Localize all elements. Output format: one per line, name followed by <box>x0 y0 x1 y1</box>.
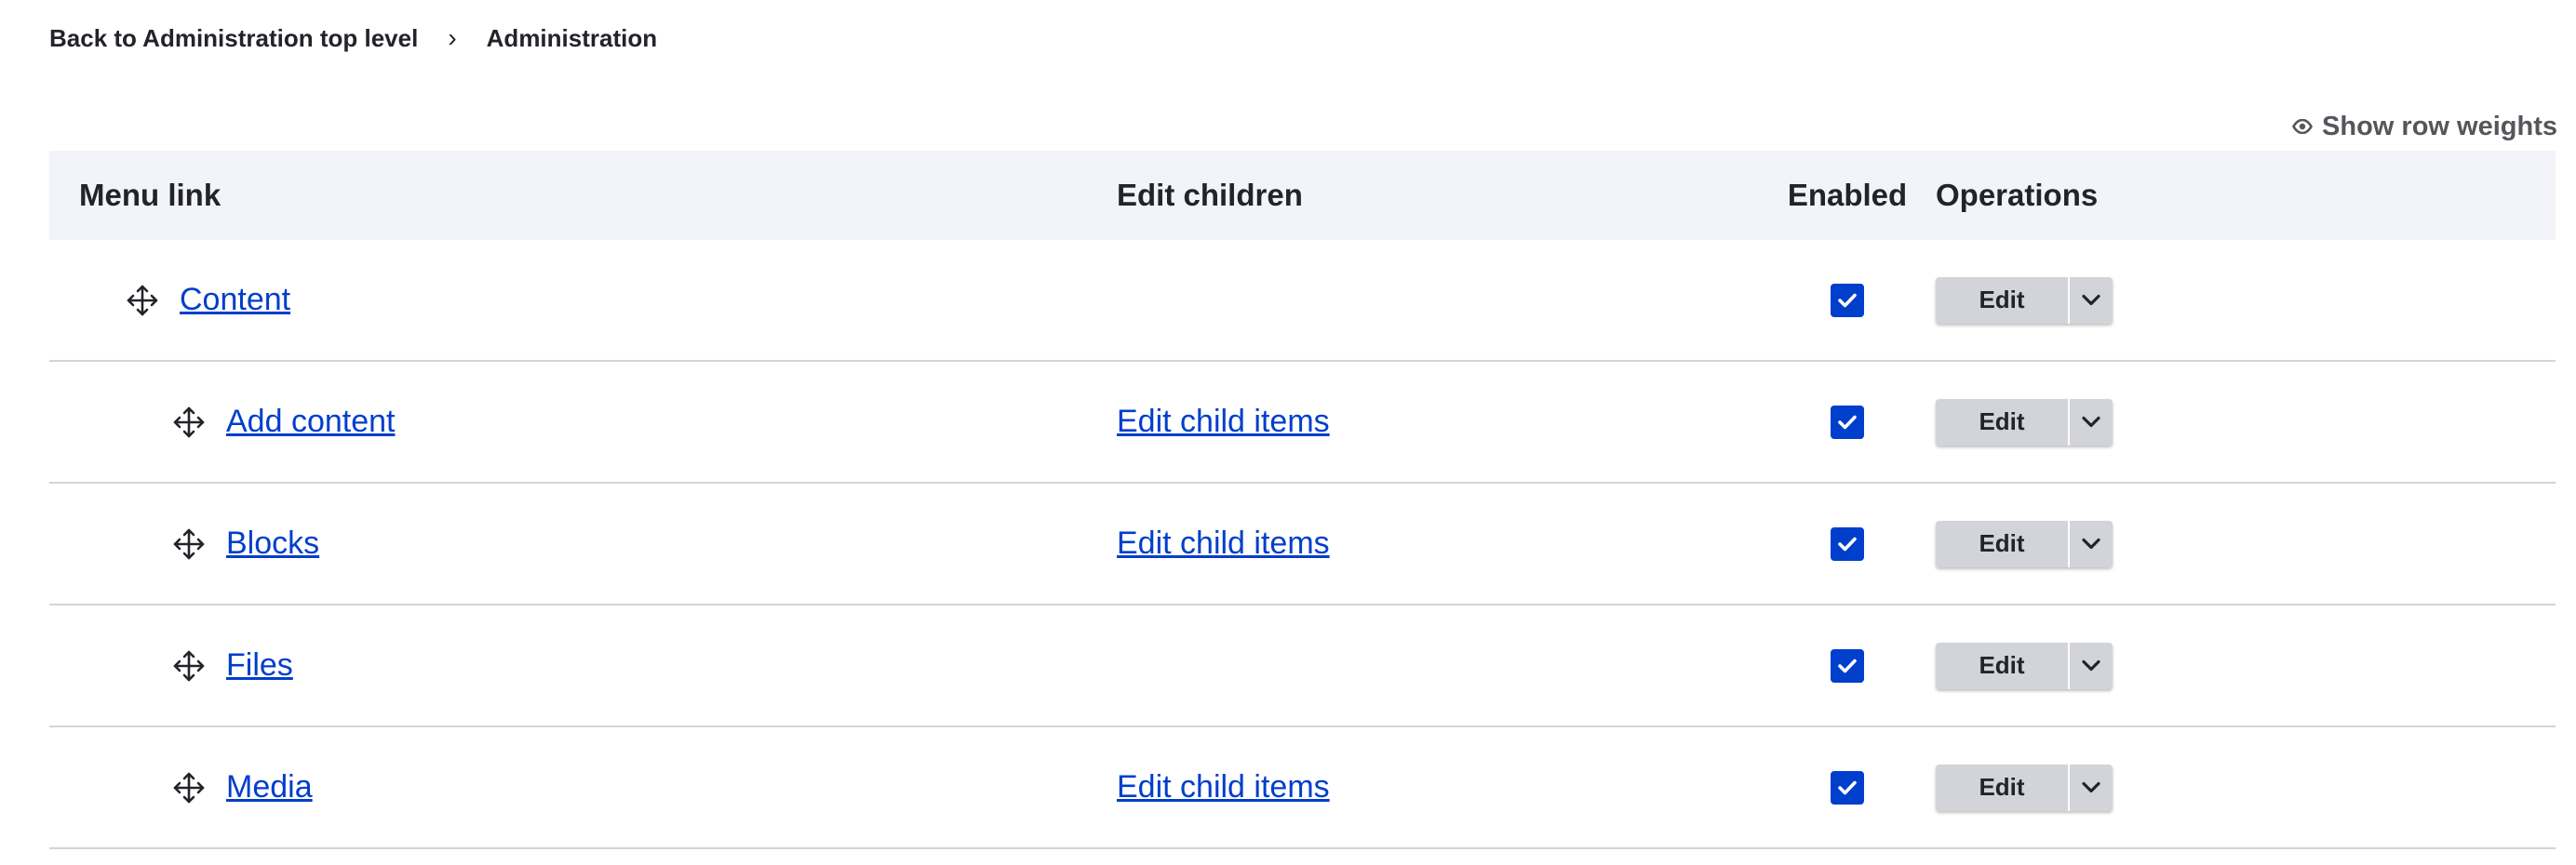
move-icon[interactable] <box>170 526 208 563</box>
menu-link[interactable]: Content <box>180 282 290 318</box>
edit-child-items-link[interactable]: Edit child items <box>1117 769 1330 805</box>
move-icon[interactable] <box>124 282 161 319</box>
menu-link[interactable]: Blocks <box>226 526 319 562</box>
edit-children-cell: Edit child items <box>1117 483 1759 606</box>
edit-child-items-link[interactable]: Edit child items <box>1117 526 1330 561</box>
menu-link-cell: Add content <box>49 361 1117 484</box>
edit-children-cell: Edit child items <box>1117 726 1759 849</box>
header-enabled: Enabled <box>1759 151 1936 240</box>
show-row-weights-button[interactable]: Show row weights <box>2292 110 2557 143</box>
operations-toggle[interactable] <box>2070 643 2113 689</box>
operations-dropbutton: Edit <box>1936 276 2113 324</box>
check-icon <box>1838 780 1857 794</box>
table-row: Content Edit <box>49 240 2556 362</box>
enabled-cell <box>1759 361 1936 484</box>
operations-cell: Edit <box>1936 361 2556 484</box>
operations-dropbutton: Edit <box>1936 398 2113 446</box>
enabled-cell <box>1759 483 1936 606</box>
operations-toggle[interactable] <box>2070 765 2113 811</box>
show-row-weights-label: Show row weights <box>2322 111 2557 141</box>
operations-dropbutton: Edit <box>1936 764 2113 811</box>
menu-link[interactable]: Files <box>226 647 293 684</box>
edit-button[interactable]: Edit <box>1936 642 2070 689</box>
table-row: Blocks Edit child items Edit <box>49 483 2556 606</box>
edit-button[interactable]: Edit <box>1936 276 2070 324</box>
chevron-down-icon <box>2082 294 2100 306</box>
enabled-checkbox[interactable] <box>1831 526 1864 561</box>
breadcrumb: Back to Administration top level › Admin… <box>49 22 657 54</box>
enabled-cell <box>1759 726 1936 849</box>
enabled-checkbox[interactable] <box>1831 770 1864 805</box>
check-icon <box>1838 293 1857 307</box>
enabled-checkbox[interactable] <box>1831 405 1864 439</box>
check-icon <box>1838 659 1857 672</box>
operations-dropbutton: Edit <box>1936 642 2113 689</box>
breadcrumb-back-link[interactable]: Back to Administration top level <box>49 24 418 53</box>
chevron-down-icon <box>2082 538 2100 550</box>
operations-dropbutton: Edit <box>1936 520 2113 567</box>
menu-link-cell: Blocks <box>49 483 1117 606</box>
menu-link[interactable]: Add content <box>226 404 395 440</box>
operations-cell: Edit <box>1936 605 2556 727</box>
menu-link-cell: Files <box>49 605 1117 727</box>
enabled-checkbox[interactable] <box>1831 648 1864 683</box>
chevron-down-icon <box>2082 416 2100 428</box>
operations-toggle[interactable] <box>2070 399 2113 446</box>
enabled-cell <box>1759 240 1936 362</box>
check-icon <box>1838 415 1857 429</box>
move-icon[interactable] <box>170 769 208 806</box>
table-row: Media Edit child items Edit <box>49 726 2556 849</box>
operations-toggle[interactable] <box>2070 521 2113 567</box>
edit-button[interactable]: Edit <box>1936 764 2070 811</box>
edit-children-cell <box>1117 240 1759 362</box>
enabled-cell <box>1759 605 1936 727</box>
header-operations: Operations <box>1936 151 2556 240</box>
operations-cell: Edit <box>1936 240 2556 362</box>
menu-link-cell: Media <box>49 726 1117 849</box>
menu-links-table: Menu link Edit children Enabled Operatio… <box>49 151 2556 849</box>
chevron-down-icon <box>2082 781 2100 793</box>
edit-button[interactable]: Edit <box>1936 398 2070 446</box>
breadcrumb-current[interactable]: Administration <box>487 24 657 53</box>
eye-icon <box>2292 119 2313 134</box>
table-row: Files Edit <box>49 605 2556 727</box>
operations-cell: Edit <box>1936 483 2556 606</box>
table-header-row: Menu link Edit children Enabled Operatio… <box>49 151 2556 240</box>
edit-children-cell: Edit child items <box>1117 361 1759 484</box>
operations-cell: Edit <box>1936 726 2556 849</box>
chevron-down-icon <box>2082 659 2100 672</box>
menu-link-cell: Content <box>49 240 1117 362</box>
table-row: Add content Edit child items Edit <box>49 361 2556 484</box>
breadcrumb-separator: › <box>448 23 457 52</box>
move-icon[interactable] <box>170 404 208 441</box>
header-menu-link: Menu link <box>49 151 1117 240</box>
move-icon[interactable] <box>170 647 208 685</box>
operations-toggle[interactable] <box>2070 277 2113 324</box>
header-edit-children: Edit children <box>1117 151 1759 240</box>
edit-children-cell <box>1117 605 1759 727</box>
edit-child-items-link[interactable]: Edit child items <box>1117 404 1330 439</box>
menu-link[interactable]: Media <box>226 769 313 805</box>
edit-button[interactable]: Edit <box>1936 520 2070 567</box>
check-icon <box>1838 537 1857 551</box>
enabled-checkbox[interactable] <box>1831 283 1864 317</box>
